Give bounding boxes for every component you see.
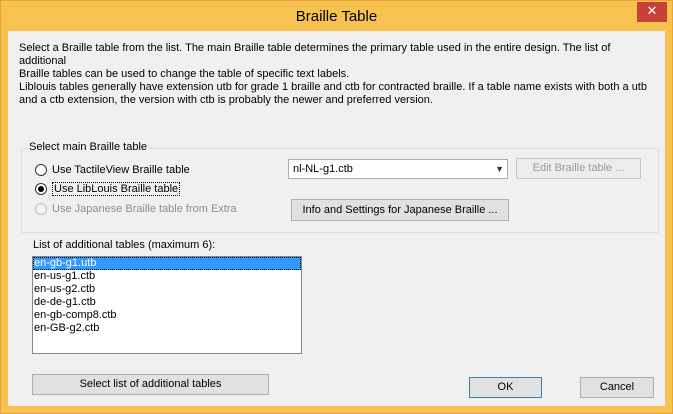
radio-tactileview[interactable]: Use TactileView Braille table [35, 162, 190, 178]
close-button[interactable]: ✕ [637, 2, 667, 22]
list-item[interactable]: en-GB-g2.ctb [33, 322, 301, 335]
braille-table-select-value: nl-NL-g1.ctb [293, 163, 353, 175]
select-additional-tables-button[interactable]: Select list of additional tables [32, 374, 269, 395]
list-item[interactable]: en-gb-comp8.ctb [33, 309, 301, 322]
japanese-braille-info-button[interactable]: Info and Settings for Japanese Braille .… [291, 199, 509, 221]
radio-tactileview-circle[interactable] [35, 164, 47, 176]
radio-liblouis-circle[interactable] [35, 183, 47, 195]
chevron-down-icon[interactable]: ▼ [495, 160, 504, 178]
edit-braille-table-button[interactable]: Edit Braille table ... [516, 158, 641, 179]
cancel-button[interactable]: Cancel [580, 377, 654, 398]
radio-liblouis[interactable]: Use LibLouis Braille table [35, 181, 181, 197]
ok-button[interactable]: OK [469, 377, 542, 398]
additional-tables-label: List of additional tables (maximum 6): [33, 239, 216, 251]
title-bar[interactable]: Braille Table ✕ [1, 1, 672, 31]
radio-japanese-label[interactable]: Use Japanese Braille table from Extra [52, 203, 237, 215]
description-text: Select a Braille table from the list. Th… [19, 42, 647, 106]
dialog-window: Braille Table ✕ Select a Braille table f… [0, 0, 673, 414]
main-table-group-legend: Select main Braille table [27, 141, 150, 153]
radio-japanese-circle[interactable] [35, 203, 47, 215]
radio-tactileview-label[interactable]: Use TactileView Braille table [52, 164, 190, 176]
braille-table-select[interactable]: nl-NL-g1.ctb ▼ [288, 159, 508, 179]
list-item[interactable]: en-us-g1.ctb [33, 270, 301, 283]
radio-japanese[interactable]: Use Japanese Braille table from Extra [35, 201, 237, 217]
additional-tables-list[interactable]: en-gb-g1.utb en-us-g1.ctb en-us-g2.ctb d… [32, 256, 302, 354]
radio-liblouis-label[interactable]: Use LibLouis Braille table [52, 182, 181, 196]
list-item[interactable]: en-gb-g1.utb [33, 257, 301, 270]
dialog-body: Select a Braille table from the list. Th… [8, 31, 665, 406]
list-item[interactable]: de-de-g1.ctb [33, 296, 301, 309]
list-item[interactable]: en-us-g2.ctb [33, 283, 301, 296]
window-title: Braille Table [295, 8, 378, 25]
close-icon: ✕ [646, 4, 658, 19]
